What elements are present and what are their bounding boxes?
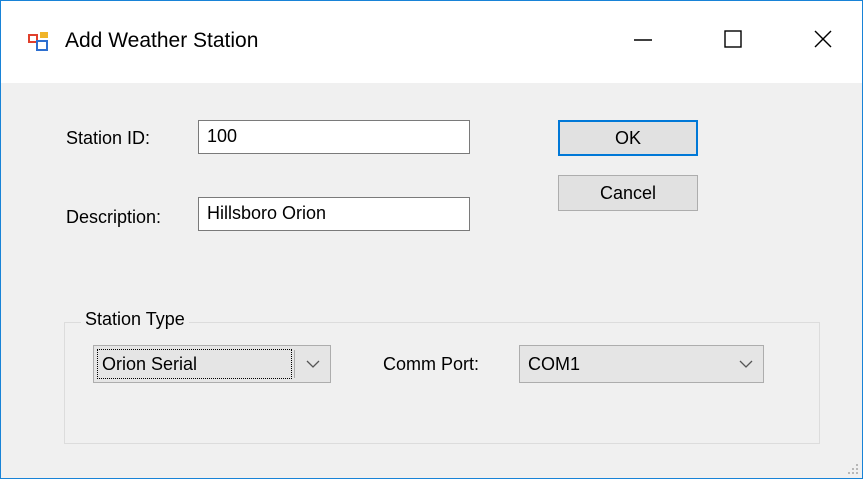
station-type-dropdown[interactable]: Orion Serial	[93, 345, 331, 383]
minimize-button[interactable]	[613, 15, 673, 67]
window-title: Add Weather Station	[65, 29, 259, 52]
cancel-button-label: Cancel	[599, 182, 657, 203]
close-button[interactable]	[793, 15, 853, 67]
dropdown-divider	[294, 350, 295, 378]
title-bar[interactable]: Add Weather Station	[1, 1, 862, 83]
station-type-group	[64, 322, 820, 444]
station-id-label: Station ID:	[66, 128, 151, 148]
description-label: Description:	[66, 207, 162, 227]
close-icon	[814, 30, 832, 53]
minimize-icon	[634, 30, 652, 53]
add-weather-station-dialog: Add Weather Station Station ID: 100 Desc…	[0, 0, 863, 479]
station-type-selected: Orion Serial	[102, 354, 198, 374]
chevron-down-icon[interactable]	[729, 346, 763, 382]
resize-grip-icon[interactable]	[845, 461, 859, 475]
app-window-icon	[27, 31, 49, 53]
ok-button[interactable]: OK	[558, 120, 698, 156]
comm-port-label: Comm Port:	[383, 354, 480, 374]
maximize-icon	[724, 29, 742, 53]
comm-port-dropdown[interactable]: COM1	[519, 345, 764, 383]
description-input[interactable]: Hillsboro Orion	[198, 197, 470, 231]
chevron-down-icon[interactable]	[296, 346, 330, 382]
station-id-input[interactable]: 100	[198, 120, 470, 154]
maximize-button[interactable]	[703, 15, 763, 67]
cancel-button[interactable]: Cancel	[558, 175, 698, 211]
station-type-group-label: Station Type	[81, 309, 189, 330]
comm-port-selected: COM1	[528, 354, 581, 374]
ok-button-label: OK	[614, 127, 641, 148]
